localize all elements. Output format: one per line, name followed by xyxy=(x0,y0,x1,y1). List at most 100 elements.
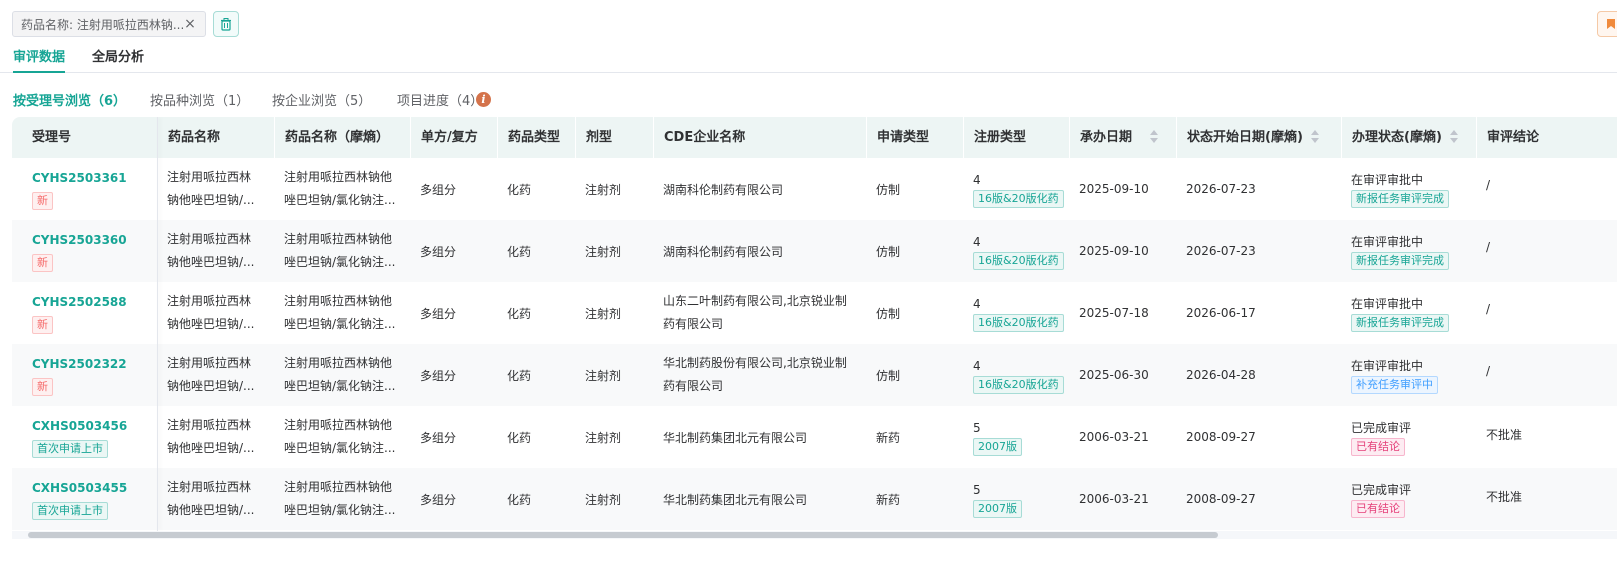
close-icon[interactable]: × xyxy=(183,16,197,32)
subtab-by-company[interactable]: 按企业浏览（5） xyxy=(272,90,371,109)
cell-cde-company: 华北制药集团北元有限公司 xyxy=(653,468,866,530)
sort-icon[interactable] xyxy=(1310,129,1319,144)
cell-single-compound: 多组分 xyxy=(420,306,457,321)
cell-cde-company: 湖南科伦制药有限公司 xyxy=(653,220,866,282)
horizontal-scrollbar[interactable] xyxy=(12,531,1617,539)
cell-drug-type: 化药 xyxy=(507,306,532,321)
cell-handling-status: 在审评审批中 新报任务审评完成 xyxy=(1341,158,1476,220)
bookmark-button[interactable] xyxy=(1597,11,1617,37)
sort-icon[interactable] xyxy=(1449,129,1458,144)
cell-drug-name-moshang: 注射用哌拉西林钠他 唑巴坦钠/氯化钠注... xyxy=(274,406,410,468)
cell-registration-type: 4 16版&20版化药 xyxy=(963,282,1069,344)
cell-application-type: 仿制 xyxy=(876,182,901,197)
cell-application-type: 新药 xyxy=(876,492,901,507)
cell-cde-company: 华北制药集团北元有限公司 xyxy=(653,406,866,468)
cell-acceptance-no: CYHS2503361 新 xyxy=(12,158,157,220)
cell-review-conclusion: / xyxy=(1486,178,1491,192)
col-header-review-conclusion: 审评结论 xyxy=(1476,117,1617,158)
table-row[interactable]: CXHS0503456 首次申请上市 注射用哌拉西林 钠他唑巴坦钠/... 注射… xyxy=(12,406,1617,468)
subtab-by-acceptance-no[interactable]: 按受理号浏览（6） xyxy=(13,90,126,109)
acceptance-tag: 新 xyxy=(32,316,53,334)
cell-acceptance-no: CYHS2502322 新 xyxy=(12,344,157,406)
clear-filters-button[interactable] xyxy=(213,11,239,37)
registration-class: 4 xyxy=(973,297,981,311)
acceptance-no-link[interactable]: CXHS0503455 xyxy=(32,478,127,498)
subtab-project-progress[interactable]: 项目进度（4） xyxy=(397,90,483,109)
acceptance-tag: 首次申请上市 xyxy=(32,502,108,520)
col-header-drug-name-moshang: 药品名称（摩熵） xyxy=(274,117,410,158)
cell-drug-name: 注射用哌拉西林 钠他唑巴坦钠/... xyxy=(157,282,274,344)
cell-registration-type: 5 2007版 xyxy=(963,468,1069,530)
handling-status-text: 在审评审批中 xyxy=(1351,235,1424,249)
cell-acceptance-no: CYHS2502588 新 xyxy=(12,282,157,344)
handling-status-tag: 新报任务审评完成 xyxy=(1351,314,1449,332)
cell-handling-status: 已完成审评 已有结论 xyxy=(1341,468,1476,530)
handling-status-text: 已完成审评 xyxy=(1351,421,1412,435)
table-row[interactable]: CYHS2503361 新 注射用哌拉西林 钠他唑巴坦钠/... 注射用哌拉西林… xyxy=(12,158,1617,220)
cell-drug-type: 化药 xyxy=(507,182,532,197)
sort-icon[interactable] xyxy=(1150,129,1159,144)
col-header-handling-status[interactable]: 办理状态(摩熵) xyxy=(1341,117,1476,158)
filter-chip-text: 药品名称: 注射用哌拉西林钠... xyxy=(21,17,183,32)
handling-status-tag: 已有结论 xyxy=(1351,438,1405,456)
cell-dosage-form: 注射剂 xyxy=(585,368,622,383)
col-header-handling-status-label: 办理状态(摩熵) xyxy=(1352,130,1442,145)
drug-name-moshang-line2: 唑巴坦钠/氯化钠注... xyxy=(284,255,396,269)
table-row[interactable]: CYHS2502588 新 注射用哌拉西林 钠他唑巴坦钠/... 注射用哌拉西林… xyxy=(12,282,1617,344)
cell-drug-name: 注射用哌拉西林 钠他唑巴坦钠/... xyxy=(157,158,274,220)
company-line1: 湖南科伦制药有限公司 xyxy=(663,244,784,259)
registration-class: 4 xyxy=(973,173,981,187)
registration-tag: 2007版 xyxy=(973,500,1022,518)
col-header-handling-date-label: 承办日期 xyxy=(1080,130,1133,145)
cell-drug-name: 注射用哌拉西林 钠他唑巴坦钠/... xyxy=(157,406,274,468)
acceptance-no-link[interactable]: CYHS2503360 xyxy=(32,230,127,250)
filter-chip-drug-name[interactable]: 药品名称: 注射用哌拉西林钠... × xyxy=(12,11,206,37)
table-row[interactable]: CYHS2502322 新 注射用哌拉西林 钠他唑巴坦钠/... 注射用哌拉西林… xyxy=(12,344,1617,406)
acceptance-no-link[interactable]: CXHS0503456 xyxy=(32,416,127,436)
registration-class: 5 xyxy=(973,421,981,435)
table-row[interactable]: CXHS0503455 首次申请上市 注射用哌拉西林 钠他唑巴坦钠/... 注射… xyxy=(12,468,1617,530)
tab-review-data[interactable]: 审评数据 xyxy=(13,46,66,73)
cell-status-start-date: 2008-09-27 xyxy=(1186,492,1256,506)
col-header-drug-name: 药品名称 xyxy=(157,117,274,158)
cell-registration-type: 4 16版&20版化药 xyxy=(963,344,1069,406)
info-icon[interactable]: i xyxy=(476,92,491,107)
acceptance-tag: 新 xyxy=(32,254,53,272)
company-line1: 华北制药集团北元有限公司 xyxy=(663,430,808,445)
table-row[interactable]: CYHS2503360 新 注射用哌拉西林 钠他唑巴坦钠/... 注射用哌拉西林… xyxy=(12,220,1617,282)
subtab-by-variety[interactable]: 按品种浏览（1） xyxy=(150,90,249,109)
cell-drug-name-moshang: 注射用哌拉西林钠他 唑巴坦钠/氯化钠注... xyxy=(274,468,410,530)
cell-acceptance-no: CYHS2503360 新 xyxy=(12,220,157,282)
acceptance-tag: 新 xyxy=(32,192,53,210)
cell-status-start-date: 2026-07-23 xyxy=(1186,244,1256,258)
acceptance-no-link[interactable]: CYHS2502588 xyxy=(32,292,127,312)
active-tab-indicator xyxy=(13,71,66,73)
tab-global-analysis[interactable]: 全局分析 xyxy=(92,46,144,65)
scrollbar-thumb[interactable] xyxy=(28,532,1218,538)
company-line1: 湖南科伦制药有限公司 xyxy=(663,182,784,197)
col-header-status-start-date[interactable]: 状态开始日期(摩熵) xyxy=(1176,117,1341,158)
handling-status-tag: 新报任务审评完成 xyxy=(1351,190,1449,208)
drug-name-moshang-line1: 注射用哌拉西林钠他 xyxy=(284,232,393,246)
acceptance-no-link[interactable]: CYHS2503361 xyxy=(32,168,127,188)
acceptance-tag: 首次申请上市 xyxy=(32,440,108,458)
drug-name-moshang-line2: 唑巴坦钠/氯化钠注... xyxy=(284,317,396,331)
cell-acceptance-no: CXHS0503456 首次申请上市 xyxy=(12,406,157,468)
registration-class: 4 xyxy=(973,359,981,373)
acceptance-no-link[interactable]: CYHS2502322 xyxy=(32,354,127,374)
drug-name-line1: 注射用哌拉西林 xyxy=(167,294,252,308)
cell-review-conclusion: / xyxy=(1486,302,1491,316)
col-header-handling-date[interactable]: 承办日期 xyxy=(1069,117,1176,158)
drug-name-line1: 注射用哌拉西林 xyxy=(167,170,252,184)
cell-handling-status: 已完成审评 已有结论 xyxy=(1341,406,1476,468)
drug-name-moshang-line1: 注射用哌拉西林钠他 xyxy=(284,418,393,432)
main-tabs: 审评数据 全局分析 xyxy=(0,40,1617,73)
col-header-single-compound: 单方/复方 xyxy=(410,117,497,158)
handling-status-text: 已完成审评 xyxy=(1351,483,1412,497)
cell-review-conclusion: / xyxy=(1486,364,1491,378)
cell-cde-company: 湖南科伦制药有限公司 xyxy=(653,158,866,220)
cell-review-conclusion: / xyxy=(1486,240,1491,254)
drug-name-line1: 注射用哌拉西林 xyxy=(167,418,252,432)
drug-name-moshang-line2: 唑巴坦钠/氯化钠注... xyxy=(284,503,396,517)
handling-status-text: 在审评审批中 xyxy=(1351,359,1424,373)
